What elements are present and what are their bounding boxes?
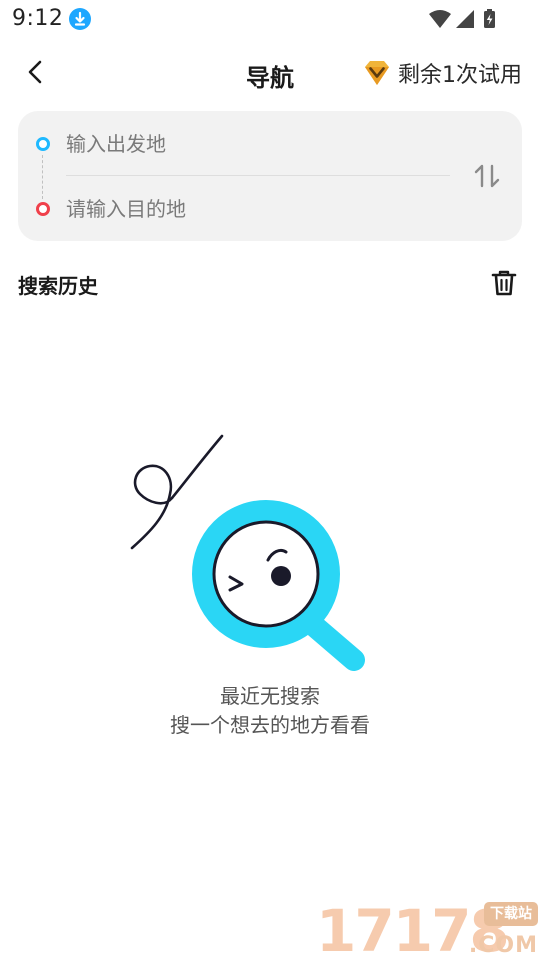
watermark-suffix: .COM xyxy=(468,933,538,958)
trial-label: 剩余1次试用 xyxy=(398,63,522,88)
status-bar: 9:12 xyxy=(0,0,540,38)
destination-input[interactable] xyxy=(66,187,450,231)
route-connector xyxy=(42,155,43,199)
clear-history-button[interactable] xyxy=(490,268,518,298)
navigation-screen: 9:12 导航 剩余1次试用 输入出发地 请输入目的地 搜索历史 最近无搜索 搜… xyxy=(0,0,540,960)
cell-signal-icon xyxy=(456,10,474,28)
magnifier-face-icon xyxy=(130,434,365,671)
status-icons xyxy=(428,8,500,30)
watermark-logo: 17178 下载站 .COM xyxy=(316,898,540,960)
route-divider xyxy=(66,175,450,176)
status-time: 9:12 xyxy=(12,6,64,31)
watermark-badge: 下载站 xyxy=(484,902,538,926)
empty-state-illustration xyxy=(120,428,380,678)
search-history-title: 搜索历史 xyxy=(18,274,98,298)
wifi-icon xyxy=(429,10,451,28)
start-point-icon xyxy=(36,137,50,151)
empty-state-title: 最近无搜索 xyxy=(220,684,320,708)
header: 导航 剩余1次试用 xyxy=(0,46,540,102)
end-point-icon xyxy=(36,202,50,216)
trial-badge[interactable]: 剩余1次试用 xyxy=(362,58,522,88)
swap-button[interactable] xyxy=(470,159,504,193)
swap-vertical-icon xyxy=(474,164,500,188)
route-card xyxy=(18,111,522,241)
start-location-input[interactable] xyxy=(66,122,450,166)
trash-icon xyxy=(491,270,517,296)
download-indicator-icon xyxy=(69,8,91,30)
battery-charging-icon xyxy=(484,9,495,28)
vip-gem-icon xyxy=(365,61,389,85)
empty-state-subtitle: 搜一个想去的地方看看 xyxy=(170,713,370,737)
